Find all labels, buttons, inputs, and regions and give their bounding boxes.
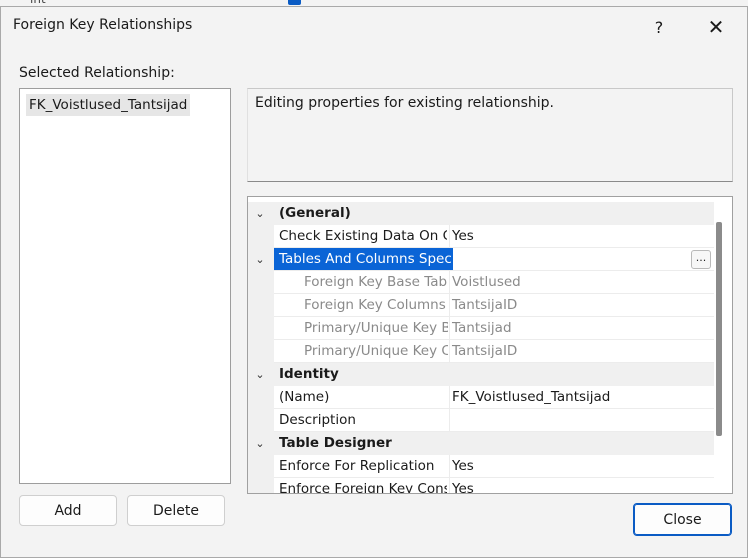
dialog-title: Foreign Key Relationships [13,17,193,33]
description-text: Editing properties for existing relation… [255,95,554,111]
property-row-pk-columns[interactable]: Primary/Unique Key C TantsijaID [248,340,714,363]
property-row-fk-columns[interactable]: Foreign Key Columns TantsijaID [248,294,714,317]
ellipsis-button[interactable]: ... [691,250,711,269]
property-name: Foreign Key Columns [304,297,446,313]
collapse-icon[interactable]: ⌄ [253,367,267,381]
property-row-enforce-fk[interactable]: Enforce Foreign Key Cons Yes [248,478,714,494]
property-name: Primary/Unique Key C [304,343,448,359]
category-label: Table Designer [279,435,392,451]
vertical-scrollbar[interactable] [716,222,722,436]
property-row-fk-base-table[interactable]: Foreign Key Base Tabl Voistlused [248,271,714,294]
property-value[interactable]: Yes [452,225,474,247]
close-icon[interactable]: ✕ [696,11,736,43]
property-value[interactable]: FK_Voistlused_Tantsijad [452,386,610,408]
help-button[interactable]: ? [639,11,679,43]
property-value[interactable]: Yes [452,478,474,493]
title-bar: Foreign Key Relationships ? ✕ [1,7,747,47]
property-row-enforce-replication[interactable]: Enforce For Replication Yes [248,455,714,478]
relationship-list[interactable]: FK_Voistlused_Tantsijad [19,88,231,484]
property-grid[interactable]: ⌄ (General) Check Existing Data On Cr Ye… [247,196,733,494]
property-value[interactable]: Yes [452,455,474,477]
foreign-key-relationships-dialog: Foreign Key Relationships ? ✕ Selected R… [0,6,748,558]
property-value: Tantsijad [452,320,512,336]
category-label: Identity [279,366,339,382]
close-button[interactable]: Close [633,503,732,536]
property-name: Check Existing Data On Cr [279,228,447,244]
property-name: Enforce Foreign Key Cons [279,481,447,494]
property-row-tables-columns[interactable]: ⌄ Tables And Columns Spec ... [248,248,714,271]
delete-button[interactable]: Delete [127,495,225,526]
background-scroll-thumb [288,0,301,5]
category-general[interactable]: ⌄ (General) [248,202,714,225]
property-row-pk-table[interactable]: Primary/Unique Key B Tantsijad [248,317,714,340]
property-row-check-existing[interactable]: Check Existing Data On Cr Yes [248,225,714,248]
add-button[interactable]: Add [19,495,117,526]
property-value: TantsijaID [452,343,518,359]
property-name: Primary/Unique Key B [304,320,448,336]
property-row-description[interactable]: Description [248,409,714,432]
description-panel: Editing properties for existing relation… [247,88,733,182]
category-identity[interactable]: ⌄ Identity [248,363,714,386]
list-item[interactable]: FK_Voistlused_Tantsijad [26,94,191,116]
property-name-selected: Tables And Columns Spec [274,248,453,270]
property-value: Voistlused [452,274,521,290]
property-row-name[interactable]: (Name) FK_Voistlused_Tantsijad [248,386,714,409]
property-name: Foreign Key Base Tabl [304,274,448,290]
property-name: Description [279,412,356,428]
selected-relationship-label: Selected Relationship: [19,65,175,81]
collapse-icon[interactable]: ⌄ [253,206,267,220]
category-label: (General) [279,205,351,221]
collapse-icon[interactable]: ⌄ [253,436,267,450]
collapse-icon[interactable]: ⌄ [253,252,267,266]
property-value: TantsijaID [452,297,518,313]
property-name: (Name) [279,389,330,405]
property-name: Enforce For Replication [279,458,435,474]
category-table-designer[interactable]: ⌄ Table Designer [248,432,714,455]
